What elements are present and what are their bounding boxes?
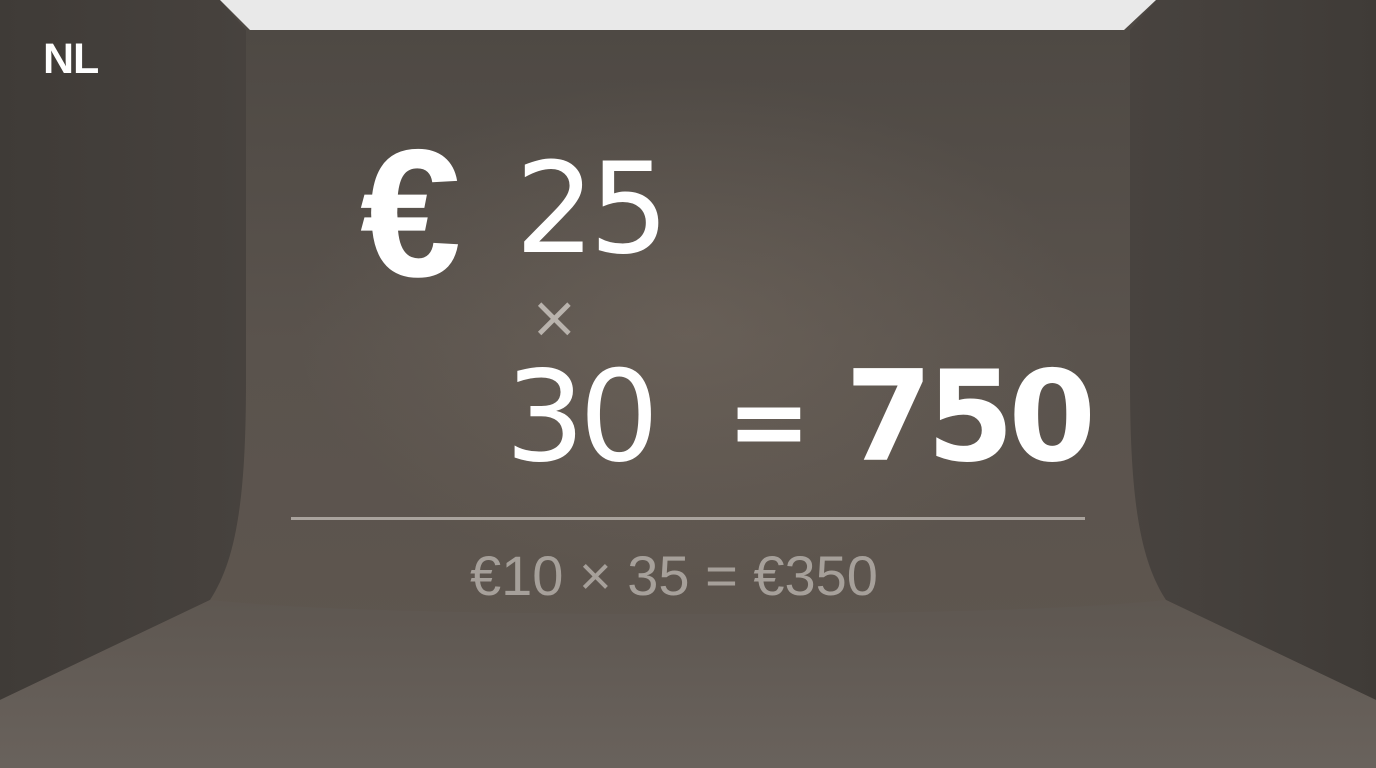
left-wall	[0, 0, 246, 700]
equals-symbol: =	[727, 363, 811, 480]
total-amount: 750	[845, 343, 1096, 490]
studio-backdrop	[0, 0, 1376, 768]
region-code: NL	[43, 35, 99, 83]
unit-price: 25	[515, 135, 669, 282]
divider-line	[291, 517, 1085, 520]
example-calculation: €10 × 35 = €350	[470, 544, 878, 607]
scene: NL € 25 × 30 = 750 €10 × 35 = €350	[0, 0, 1376, 768]
floor	[0, 600, 1376, 768]
times-symbol: ×	[530, 283, 579, 351]
currency-symbol: €	[360, 111, 461, 315]
quantity: 30	[505, 343, 659, 490]
right-wall	[1130, 0, 1376, 700]
ceiling-light	[220, 0, 1156, 30]
